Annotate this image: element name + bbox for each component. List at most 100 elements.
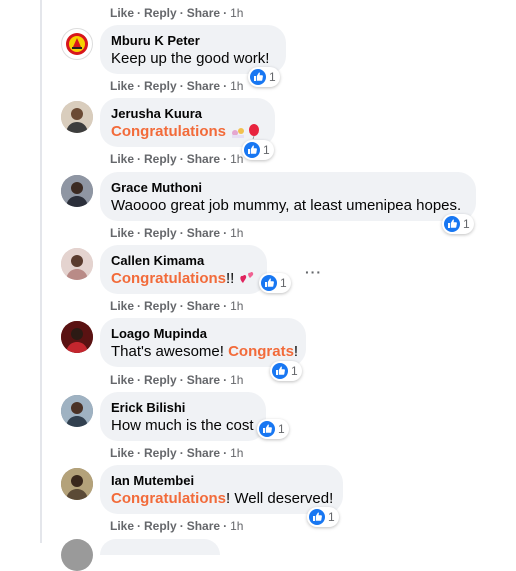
timestamp[interactable]: 1h [230,299,243,313]
avatar[interactable] [61,468,93,500]
comment-author[interactable]: Loago Mupinda [111,326,294,342]
separator: · [223,446,228,460]
share-link[interactable]: Share [187,6,220,20]
share-link[interactable]: Share [187,519,220,533]
like-link[interactable]: Like [110,79,134,93]
avatar[interactable] [61,101,93,133]
like-link[interactable]: Like [110,519,134,533]
thread-line [40,0,42,543]
timestamp[interactable]: 1h [230,446,243,460]
like-link[interactable]: Like [110,6,134,20]
avatar[interactable] [61,175,93,207]
separator: · [179,79,184,93]
share-link[interactable]: Share [187,373,220,387]
highlight-text: Congratulations [111,123,226,140]
separator: · [137,446,142,460]
comment-bubble: Erick Bilishi How much is the cost [100,392,266,441]
comment-bubble: Loago Mupinda That's awesome! Congrats! [100,318,306,367]
timestamp[interactable]: 1h [230,373,243,387]
club-crest-icon [66,33,88,55]
avatar[interactable] [61,248,93,280]
reaction-count[interactable]: 1 [257,419,289,439]
like-link[interactable]: Like [110,226,134,240]
comment-author[interactable]: Jerusha Kuura [111,106,263,122]
reaction-count[interactable]: 1 [242,140,274,160]
timestamp[interactable]: 1h [230,152,243,166]
separator: · [223,226,228,240]
separator: · [137,6,142,20]
profile-photo-icon [61,468,93,500]
comment-actions: Like · Reply · Share · 1h [110,152,243,166]
reply-link[interactable]: Reply [144,299,177,313]
reaction-count[interactable]: 1 [248,67,280,87]
reaction-count[interactable]: 1 [442,214,474,234]
separator: · [223,79,228,93]
share-link[interactable]: Share [187,299,220,313]
separator: · [137,373,142,387]
highlight-text: Congratulations [111,490,226,507]
profile-photo-icon [61,101,93,133]
like-icon [244,142,260,158]
two-hearts-emoji-icon [239,271,253,283]
comment-author[interactable]: Callen Kimama [111,253,255,269]
avatar[interactable] [61,539,93,571]
text-suffix: ! Well deserved! [226,490,334,507]
comment-text: How much is the cost [111,417,254,434]
comment-author[interactable]: Mburu K Peter [111,33,274,49]
like-link[interactable]: Like [110,373,134,387]
text-suffix: !! [226,270,235,287]
like-icon [272,363,288,379]
separator: · [223,299,228,313]
profile-photo-icon [61,248,93,280]
comment-actions: Like · Reply · Share · 1h [110,519,243,533]
like-count: 1 [463,217,470,231]
timestamp[interactable]: 1h [230,226,243,240]
avatar[interactable] [61,321,93,353]
text-prefix: That's awesome! [111,343,229,360]
avatar[interactable] [61,28,93,60]
like-icon [309,509,325,525]
share-link[interactable]: Share [187,79,220,93]
comment-author[interactable]: Ian Mutembei [111,473,331,489]
comment-bubble: Callen Kimama Congratulations!! [100,245,267,294]
comment-actions: Like · Reply · Share · 1h [110,373,243,387]
timestamp[interactable]: 1h [230,79,243,93]
timestamp[interactable]: 1h [230,519,243,533]
reaction-count[interactable]: 1 [259,273,291,293]
share-link[interactable]: Share [187,446,220,460]
text-suffix: ! [293,343,299,360]
comment-author[interactable]: Erick Bilishi [111,400,254,416]
separator: · [223,6,228,20]
share-link[interactable]: Share [187,152,220,166]
like-link[interactable]: Like [110,152,134,166]
reply-link[interactable]: Reply [144,6,177,20]
like-count: 1 [291,364,298,378]
more-options-icon[interactable]: ··· [305,264,322,280]
comment-author[interactable]: Grace Muthoni [111,180,464,196]
separator: · [223,519,228,533]
profile-photo-icon [61,175,93,207]
separator: · [137,519,142,533]
like-link[interactable]: Like [110,299,134,313]
like-count: 1 [263,143,270,157]
comment-text: Congratulations [111,122,263,142]
reply-link[interactable]: Reply [144,446,177,460]
separator: · [137,299,142,313]
separator: · [223,373,228,387]
reply-link[interactable]: Reply [144,519,177,533]
timestamp[interactable]: 1h [230,6,243,20]
avatar[interactable] [61,395,93,427]
reply-link[interactable]: Reply [144,79,177,93]
like-count: 1 [280,276,287,290]
like-link[interactable]: Like [110,446,134,460]
comment-bubble: Ian Mutembei Congratulations! Well deser… [100,465,343,514]
comment-actions: Like · Reply · Share · 1h [110,6,243,20]
reply-link[interactable]: Reply [144,373,177,387]
reply-link[interactable]: Reply [144,152,177,166]
reply-link[interactable]: Reply [144,226,177,240]
share-link[interactable]: Share [187,226,220,240]
reaction-count[interactable]: 1 [270,361,302,381]
reaction-count[interactable]: 1 [307,507,339,527]
like-count: 1 [278,422,285,436]
comment-text: Congratulations! Well deserved! [111,489,334,509]
